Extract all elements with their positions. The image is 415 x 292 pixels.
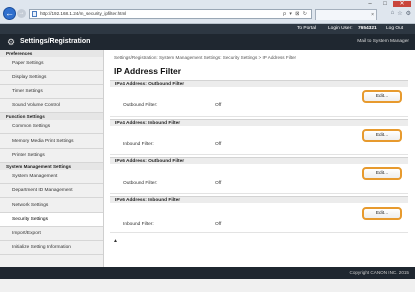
sidebar-item-network-settings[interactable]: Network Settings <box>0 198 103 213</box>
login-user-label: Login User: <box>328 26 353 31</box>
section-heading-ipv6-inbound: IPv6 Address: Inbound Filter <box>110 196 408 203</box>
tab-close-icon[interactable]: × <box>371 10 374 20</box>
field-label-inbound-filter: Inbound Filter: <box>123 222 154 227</box>
sidebar-item-department-id-management[interactable]: Department ID Management <box>0 184 103 198</box>
field-label-outbound-filter: Outbound Filter: <box>123 103 158 108</box>
sidebar-item-timer-settings[interactable]: Timer Settings <box>0 85 103 99</box>
sidebar-item-import-export[interactable]: Import/Export <box>0 227 103 241</box>
sidebar-section-preferences: Preferences <box>0 50 103 57</box>
settings-gear-icon: ⚙ <box>7 37 16 47</box>
sidebar-item-security-settings[interactable]: Security Settings <box>0 213 103 227</box>
edit-button-ipv4-outbound[interactable]: Edit... <box>362 90 402 103</box>
edit-button-ipv4-inbound[interactable]: Edit... <box>362 129 402 142</box>
breadcrumb: Settings/Registration: System Management… <box>114 55 297 60</box>
page-icon <box>32 11 37 17</box>
section-heading-ipv4-outbound: IPv4 Address: Outbound Filter <box>110 80 408 87</box>
minimize-button[interactable]: – <box>363 1 377 7</box>
field-label-outbound-filter: Outbound Filter: <box>123 181 158 186</box>
app-title: Settings/Registration <box>20 38 91 45</box>
browser-chrome: – □ ✕ ← → http://192.168.1.24/m_security… <box>0 0 415 24</box>
section-heading-ipv4-inbound: IPv4 Address: Inbound Filter <box>110 119 408 126</box>
sidebar-item-sound-volume-control[interactable]: Sound Volume Control <box>0 99 103 113</box>
logout-link[interactable]: Log Out <box>386 26 403 31</box>
section-ipv6-outbound: Edit... Outbound Filter: Off <box>110 164 408 194</box>
address-tools[interactable]: ρ ▾ ⊠ ↻ <box>283 10 308 18</box>
mail-to-system-manager-link[interactable]: Mail to System Manager <box>357 39 409 44</box>
edit-button-ipv6-outbound[interactable]: Edit... <box>362 167 402 180</box>
address-bar[interactable]: http://192.168.1.24/m_security_ipfilter.… <box>29 9 312 19</box>
url-text: http://192.168.1.24/m_security_ipfilter.… <box>40 11 127 16</box>
page-title: IP Address Filter <box>114 66 182 76</box>
edit-button-ipv6-inbound[interactable]: Edit... <box>362 207 402 220</box>
sidebar-section-function-settings: Function Settings <box>0 113 103 120</box>
home-icon[interactable]: ⌂ <box>391 10 395 17</box>
section-ipv4-inbound: Edit... Inbound Filter: Off <box>110 126 408 155</box>
footer: Copyright CANON INC. 2015 <box>0 267 415 279</box>
top-bar: To Portal Login User: 7654321 Log Out <box>0 24 415 34</box>
back-arrow-icon[interactable]: ← <box>3 7 16 20</box>
to-portal-link[interactable]: To Portal <box>297 26 316 31</box>
browser-bottom-area <box>0 279 415 292</box>
sidebar: Preferences Paper Settings Display Setti… <box>0 50 104 267</box>
browser-toolbar-icons: ⌂ ☆ ⚙ <box>391 10 411 17</box>
section-heading-ipv6-outbound: IPv6 Address: Outbound Filter <box>110 157 408 164</box>
settings-gear-icon[interactable]: ⚙ <box>406 10 411 17</box>
forward-arrow-icon[interactable]: → <box>17 9 26 18</box>
maximize-button[interactable]: □ <box>378 1 392 7</box>
window-controls: – □ ✕ <box>363 1 411 7</box>
close-button[interactable]: ✕ <box>393 1 411 7</box>
section-ipv4-outbound: Edit... Outbound Filter: Off <box>110 87 408 117</box>
login-user-id: 7654321 <box>358 26 377 31</box>
favorites-star-icon[interactable]: ☆ <box>397 10 402 17</box>
browser-tab[interactable]: × <box>315 9 377 20</box>
app-title-bar: ⚙ Settings/Registration Mail to System M… <box>0 34 415 50</box>
sidebar-item-memory-media-print-settings[interactable]: Memory Media Print Settings <box>0 134 103 149</box>
copyright-text: Copyright CANON INC. 2015 <box>349 270 410 275</box>
field-label-inbound-filter: Inbound Filter: <box>123 142 154 147</box>
sidebar-section-system-management-settings: System Management Settings <box>0 163 103 170</box>
sidebar-item-printer-settings[interactable]: Printer Settings <box>0 149 103 163</box>
sidebar-item-paper-settings[interactable]: Paper Settings <box>0 57 103 71</box>
sidebar-item-display-settings[interactable]: Display Settings <box>0 71 103 85</box>
sidebar-item-common-settings[interactable]: Common Settings <box>0 120 103 134</box>
field-value-outbound-filter: Off <box>215 181 222 186</box>
section-ipv6-inbound: Edit... Inbound Filter: Off <box>110 203 408 233</box>
field-value-inbound-filter: Off <box>215 142 222 147</box>
field-value-inbound-filter: Off <box>215 222 222 227</box>
main-content: Settings/Registration: System Management… <box>110 50 410 267</box>
sidebar-item-system-management[interactable]: System Management <box>0 170 103 184</box>
back-to-top-icon[interactable]: ▲ <box>113 238 118 244</box>
sidebar-item-initialize-setting-information[interactable]: Initialize Setting Information <box>0 241 103 255</box>
field-value-outbound-filter: Off <box>215 103 222 108</box>
